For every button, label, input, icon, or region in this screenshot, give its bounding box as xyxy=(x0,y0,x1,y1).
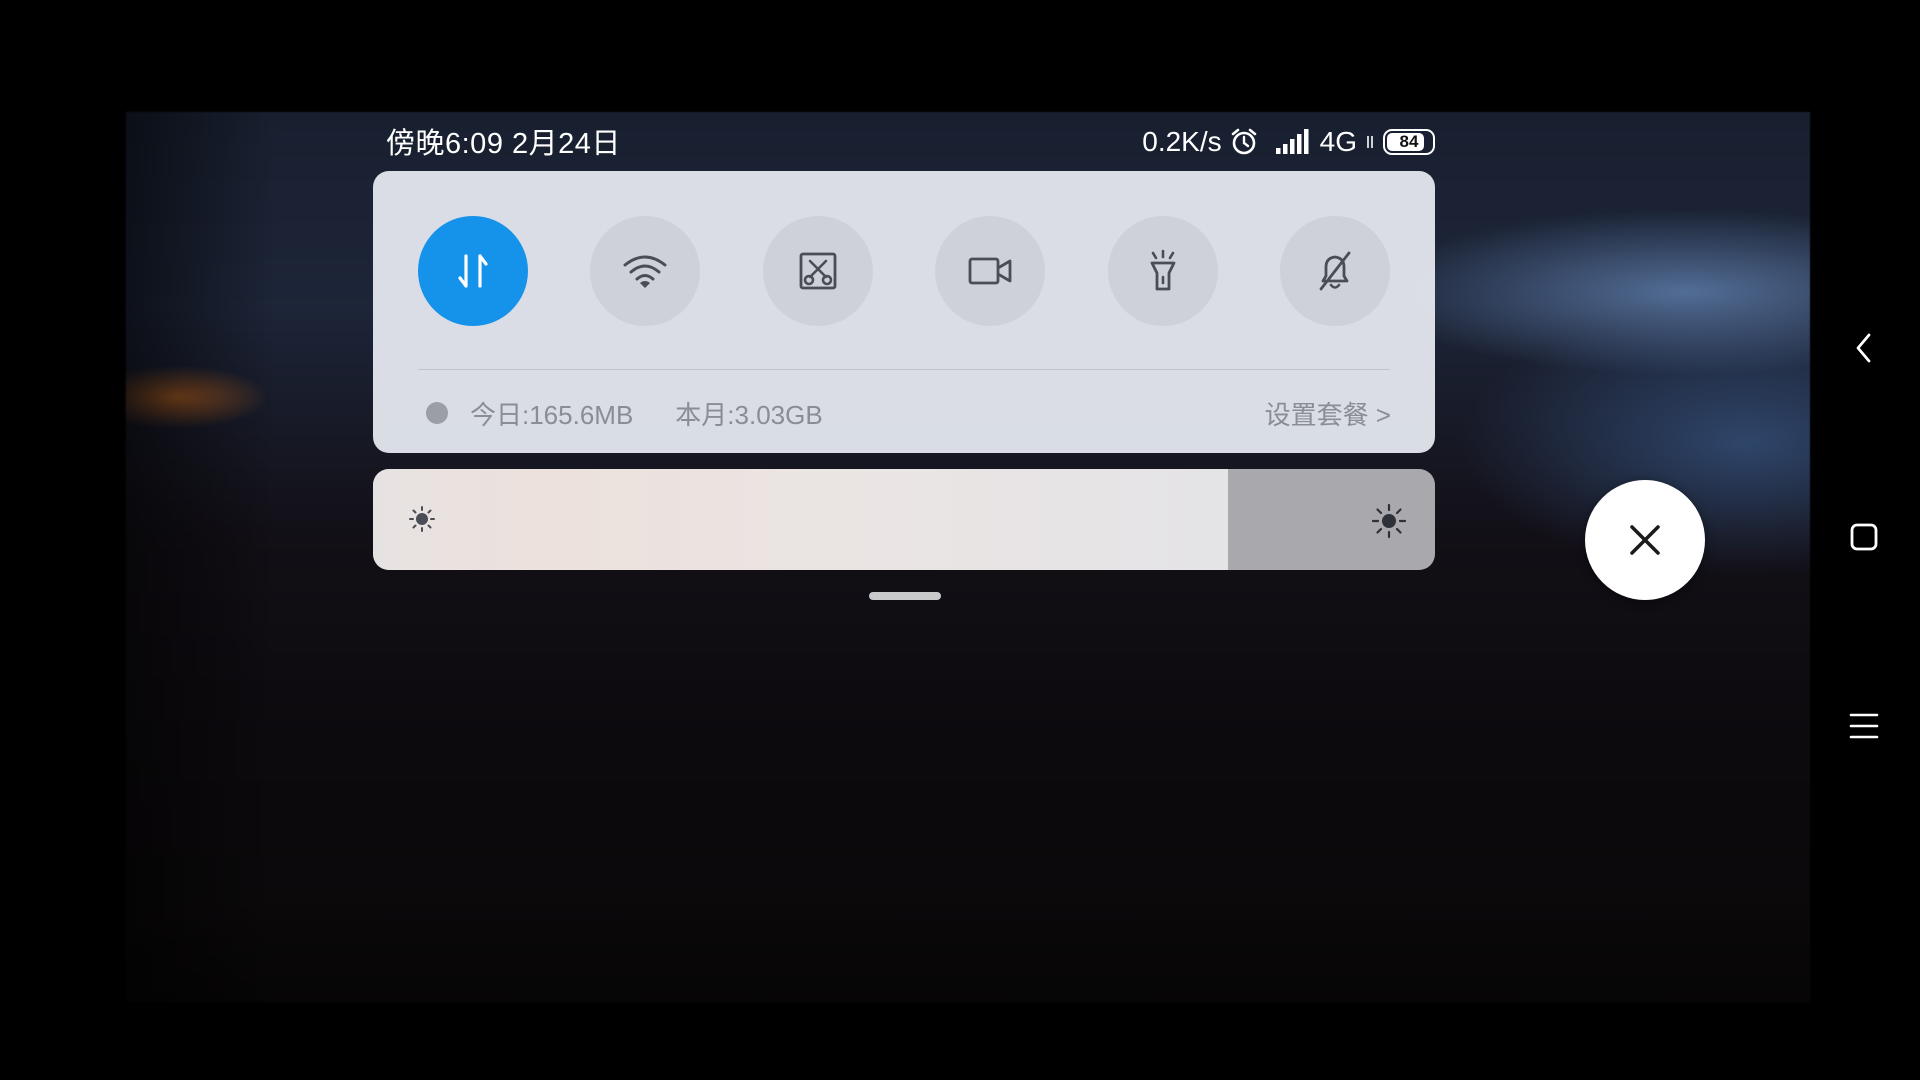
wallpaper-shade-bottom xyxy=(126,900,1810,1002)
net-speed: 0.2K/s xyxy=(1142,126,1222,157)
flashlight-icon xyxy=(1150,249,1175,291)
divider xyxy=(418,369,1390,370)
brightness-high-icon xyxy=(1371,503,1407,539)
quick-toggle-row xyxy=(418,216,1390,326)
status-bar-right: 0.2K/s 4G 84 xyxy=(1142,122,1435,162)
data-today: 今日:165.6MB xyxy=(470,399,634,430)
wifi-icon xyxy=(623,255,667,288)
brightness-low-icon xyxy=(409,506,435,532)
screen-record-toggle[interactable] xyxy=(935,216,1046,326)
brightness-fill xyxy=(373,469,1228,570)
menu-icon xyxy=(1849,713,1879,739)
mobile-data-icon xyxy=(458,254,488,288)
quick-settings-panel: 今日:165.6MB 本月:3.03GB 设置套餐 > xyxy=(373,171,1435,453)
close-icon xyxy=(1630,525,1660,555)
screenshot-toggle[interactable] xyxy=(762,216,873,326)
home-button[interactable] xyxy=(1840,522,1888,552)
mute-toggle[interactable] xyxy=(1279,216,1390,326)
data-month: 本月:3.03GB xyxy=(675,399,823,430)
drag-handle[interactable] xyxy=(869,592,941,600)
wallpaper-shade xyxy=(126,112,276,1002)
status-time-date: 傍晚6:09 2月24日 xyxy=(386,128,621,160)
screenshot-icon xyxy=(799,252,837,290)
mute-icon xyxy=(1319,251,1351,291)
network-activity-icon xyxy=(1365,134,1375,150)
alarm-icon xyxy=(1230,127,1258,157)
close-button[interactable] xyxy=(1585,480,1705,600)
menu-button[interactable] xyxy=(1840,712,1888,740)
back-icon xyxy=(1856,333,1871,363)
wifi-toggle[interactable] xyxy=(590,216,701,326)
screen-record-icon xyxy=(968,257,1012,285)
battery-level: 84 xyxy=(1399,132,1419,151)
screen: 傍晚6:09 2月24日 0.2K/s 4G 84 今日:165.6MB 本月:… xyxy=(0,0,1920,1080)
data-usage-row: 今日:165.6MB 本月:3.03GB 设置套餐 > xyxy=(426,393,1391,433)
home-icon xyxy=(1850,523,1878,551)
mobile-data-toggle[interactable] xyxy=(418,216,528,326)
flashlight-toggle[interactable] xyxy=(1107,216,1218,326)
data-usage-icon xyxy=(426,402,448,424)
brightness-slider[interactable] xyxy=(373,469,1435,570)
signal-icon xyxy=(1275,129,1312,155)
back-button[interactable] xyxy=(1840,330,1888,366)
set-plan-link[interactable]: 设置套餐 > xyxy=(1265,395,1391,432)
network-type: 4G xyxy=(1319,126,1357,157)
battery-icon: 84 xyxy=(1383,129,1435,155)
